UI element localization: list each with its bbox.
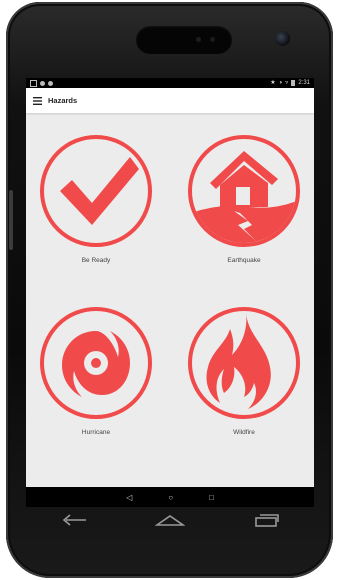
hazard-label: Wildfire (233, 429, 255, 436)
hazard-label: Earthquake (227, 257, 261, 264)
recents-square-icon[interactable]: □ (209, 493, 214, 502)
app-bar: Hazards (26, 88, 314, 113)
recent-apps-icon[interactable] (252, 513, 280, 527)
star-icon: ★ (270, 80, 276, 86)
notification-icon (48, 80, 53, 86)
page-title: Hazards (48, 96, 78, 105)
hazard-grid: Be Ready Earthquake Hurricane Wildfire (26, 113, 314, 467)
home-icon[interactable] (154, 513, 185, 527)
hazard-tile-wildfire[interactable]: Wildfire (184, 305, 304, 436)
front-camera (275, 31, 290, 46)
hazard-tile-earthquake[interactable]: Earthquake (184, 133, 304, 264)
screenshot-notification-icon (30, 79, 37, 87)
hurricane-icon (40, 307, 152, 419)
notification-icon (40, 80, 45, 86)
earpiece-speaker (136, 26, 232, 54)
menu-icon[interactable] (26, 88, 48, 113)
sync-icon: ◑ (278, 80, 283, 86)
status-time: 2:31 (298, 80, 310, 86)
back-arrow-icon[interactable] (60, 513, 88, 527)
earthquake-house-icon (188, 135, 300, 247)
device-screen: ★ ◑ ▿ 2:31 Hazards Be Ready Earthquake H… (26, 78, 314, 487)
back-triangle-icon[interactable]: ◁ (126, 493, 132, 502)
hazard-tile-be-ready[interactable]: Be Ready (36, 133, 156, 264)
wildfire-flame-icon (188, 307, 300, 419)
hazard-label: Hurricane (81, 429, 111, 436)
hazard-tile-hurricane[interactable]: Hurricane (36, 305, 156, 436)
proximity-sensor (196, 37, 201, 42)
volume-button (9, 190, 13, 250)
home-circle-icon[interactable]: ○ (168, 493, 173, 502)
checkmark-icon (40, 135, 152, 247)
battery-icon (291, 80, 296, 86)
light-sensor (210, 37, 215, 42)
soft-navigation-bar: ◁ ○ □ (26, 487, 314, 507)
status-bar: ★ ◑ ▿ 2:31 (26, 78, 314, 88)
hardware-keys (26, 510, 314, 530)
hazard-label: Be Ready (81, 257, 111, 264)
wifi-icon: ▿ (285, 80, 289, 86)
